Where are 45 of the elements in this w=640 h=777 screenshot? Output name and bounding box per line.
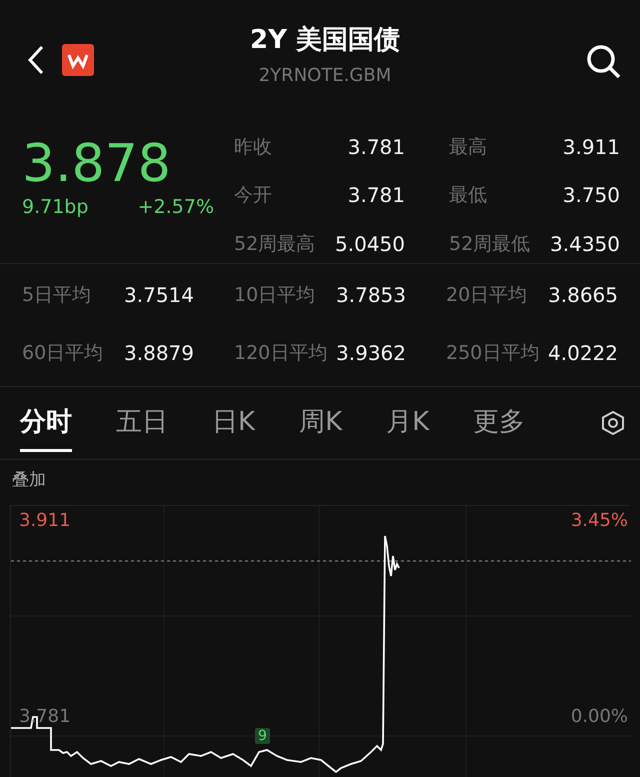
average-value: 3.7514 — [124, 283, 194, 307]
average-label: 5日平均 — [22, 283, 92, 308]
base-price-label: 3.781 — [19, 706, 71, 727]
average-value: 3.8665 — [548, 283, 618, 307]
stat-value: 3.750 — [562, 183, 620, 208]
average-label: 250日平均 — [446, 341, 540, 366]
settings-icon[interactable] — [600, 410, 626, 436]
back-icon[interactable] — [28, 45, 44, 75]
stat-label: 52周最高 — [234, 232, 316, 257]
change-percent: +2.57% — [138, 196, 214, 218]
stat-label: 最高 — [449, 135, 487, 160]
search-icon[interactable] — [586, 44, 622, 80]
overlay-button[interactable]: 叠加 — [0, 460, 640, 499]
chart-tab[interactable]: 五日 — [116, 394, 168, 452]
chart-tab[interactable]: 分时 — [20, 394, 72, 452]
app-logo — [62, 44, 94, 76]
chart-tab[interactable]: 更多 — [473, 394, 526, 452]
stat-label: 昨收 — [234, 135, 272, 160]
base-percent-label: 0.00% — [570, 706, 628, 727]
high-percent-label: 3.45% — [570, 510, 628, 531]
chart-tab[interactable]: 月K — [386, 394, 430, 452]
chart-tab[interactable]: 日K — [212, 394, 256, 452]
stat-value: 3.781 — [348, 135, 405, 159]
stat-label: 最低 — [449, 183, 487, 208]
stat-value: 5.0450 — [335, 232, 405, 256]
high-price-label: 3.911 — [19, 510, 71, 531]
stat-label: 52周最低 — [449, 232, 530, 257]
chart-tab[interactable]: 周K — [299, 394, 342, 452]
event-marker[interactable]: 9 — [255, 728, 270, 744]
average-label: 60日平均 — [22, 341, 104, 366]
average-value: 3.8879 — [124, 341, 194, 365]
average-value: 4.0222 — [548, 341, 618, 365]
average-label: 20日平均 — [446, 283, 528, 308]
instrument-code: 2YRNOTE.GBM — [258, 65, 392, 86]
average-value: 3.7853 — [336, 283, 406, 307]
instrument-title: 2Y 美国国债 — [250, 24, 400, 57]
average-label: 120日平均 — [234, 341, 328, 366]
stat-value: 3.4350 — [550, 232, 620, 256]
average-value: 3.9362 — [336, 341, 406, 365]
last-price: 3.878 — [22, 138, 172, 190]
stat-value: 3.781 — [348, 183, 405, 208]
average-label: 10日平均 — [234, 283, 316, 308]
stat-label: 今开 — [234, 183, 272, 208]
change-bp: 9.71bp — [22, 196, 88, 218]
stat-value: 3.911 — [562, 135, 620, 159]
